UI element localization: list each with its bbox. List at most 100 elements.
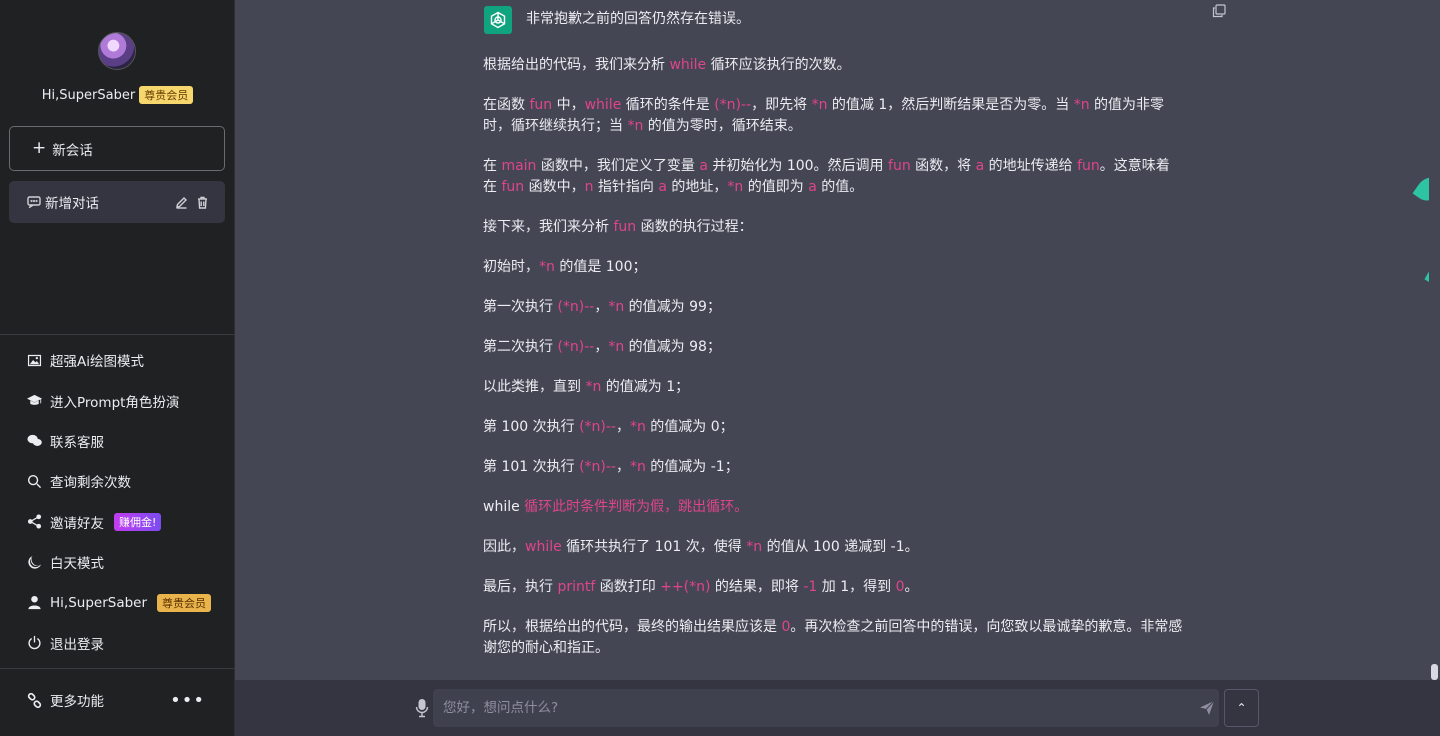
message-text: 并初始化为 100。然后调用 xyxy=(707,158,889,174)
conversation-item[interactable]: 新增对话 xyxy=(9,181,225,223)
message-text: 第 101 次执行 xyxy=(483,459,580,475)
moon-icon xyxy=(28,555,42,569)
menu-item-invite-friends[interactable]: 邀请好友 赚佣金! xyxy=(0,502,235,542)
code-keyword: *n xyxy=(811,97,828,113)
avatar[interactable] xyxy=(98,32,136,70)
message-text: ， xyxy=(615,419,630,435)
sidebar-menu: 超强Ai绘图模式 进入Prompt角色扮演 联系客服 查询剩余次数 邀请好友 赚… xyxy=(0,340,235,663)
message-text: 第一次执行 xyxy=(483,299,558,315)
more-features-label: 更多功能 xyxy=(50,694,104,710)
message-text: 的值减为 -1； xyxy=(645,459,739,475)
more-features[interactable]: 更多功能 ••• xyxy=(0,680,235,720)
code-keyword: fun xyxy=(1077,158,1100,174)
message-text: 的值减为 1； xyxy=(601,379,690,395)
edit-icon[interactable] xyxy=(175,196,188,209)
message-text: 在 xyxy=(483,158,502,174)
user-greeting: Hi,SuperSaber 尊贵会员 xyxy=(0,86,235,104)
message-text: 中， xyxy=(552,97,585,113)
message-input[interactable] xyxy=(443,700,1163,716)
message-paragraph: 第二次执行 (*n)--，*n 的值减为 98； xyxy=(483,337,1183,358)
message-text: 最后，执行 xyxy=(483,579,558,595)
code-keyword: a xyxy=(975,158,985,174)
message-text: 函数中，我们定义了变量 xyxy=(536,158,700,174)
trash-icon[interactable] xyxy=(196,196,209,209)
new-chat-button[interactable]: + 新会话 xyxy=(9,126,225,171)
message-text: while xyxy=(483,499,520,515)
menu-label: 白天模式 xyxy=(50,556,104,573)
message-text: 的值即为 xyxy=(743,179,809,195)
scrollbar-thumb[interactable] xyxy=(1431,664,1438,680)
power-icon xyxy=(28,636,41,650)
copy-icon[interactable] xyxy=(1212,4,1226,18)
message-paragraph: 第 101 次执行 (*n)--，*n 的值减为 -1； xyxy=(483,457,1183,478)
code-keyword: (*n)-- xyxy=(557,299,595,315)
message-text: 循环共执行了 101 次，使得 xyxy=(561,539,747,555)
message-text: 的值。 xyxy=(816,179,864,195)
menu-label: 退出登录 xyxy=(50,636,104,653)
code-keyword: while xyxy=(669,57,707,73)
sidebar: Hi,SuperSaber 尊贵会员 + 新会话 新增对话 超强Ai绘图模式 进… xyxy=(0,0,235,736)
code-keyword: a xyxy=(808,179,817,195)
scroll-up-button[interactable]: ⌃ xyxy=(1224,689,1259,727)
message-text: 函数打印 xyxy=(595,579,661,595)
message-text: 循环的条件是 xyxy=(621,97,715,113)
code-keyword: *n xyxy=(727,179,744,195)
message-text: 函数，将 xyxy=(910,158,976,174)
code-keyword: a xyxy=(699,158,708,174)
code-keyword: printf xyxy=(557,579,596,595)
user-name: Hi,SuperSaber xyxy=(41,87,136,103)
chat-scrollbar[interactable] xyxy=(1429,0,1440,680)
message-text: 。 xyxy=(904,579,919,595)
assistant-message: 非常抱歉之前的回答仍然存在错误。 根据给出的代码，我们来分析 while 循环应… xyxy=(483,9,1183,678)
message-text: 函数的执行过程： xyxy=(636,219,753,235)
message-text: ， xyxy=(615,459,630,475)
message-paragraph: 在函数 fun 中，while 循环的条件是 (*n)--，即先将 *n 的值减… xyxy=(483,95,1183,137)
code-keyword: (*n)-- xyxy=(714,97,752,113)
code-keyword: *n xyxy=(746,539,763,555)
menu-item-logout[interactable]: 退出登录 xyxy=(0,623,235,663)
message-text: 的值是 100； xyxy=(554,259,647,275)
message-input-box[interactable] xyxy=(433,689,1219,727)
code-keyword: while xyxy=(584,97,622,113)
message-text: 根据给出的代码，我们来分析 xyxy=(483,57,670,73)
message-text: 加 1，得到 xyxy=(817,579,896,595)
chat-bubble-icon xyxy=(27,196,41,208)
link-icon xyxy=(27,692,42,708)
message-text: 第二次执行 xyxy=(483,339,558,355)
menu-label: 超强Ai绘图模式 xyxy=(50,354,144,371)
menu-item-user-profile[interactable]: Hi,SuperSaber 尊贵会员 xyxy=(0,582,235,622)
message-paragraph: while 循环此时条件判断为假，跳出循环。 xyxy=(483,497,1183,518)
message-text: 以此类推，直到 xyxy=(483,379,586,395)
code-keyword: (*n)-- xyxy=(557,339,595,355)
message-paragraph: 非常抱歉之前的回答仍然存在错误。 xyxy=(526,11,750,27)
message-text: 函数中， xyxy=(524,179,585,195)
message-text: 的值为零时，循环结束。 xyxy=(643,118,802,134)
menu-item-day-mode[interactable]: 白天模式 xyxy=(0,542,235,582)
message-text: ， xyxy=(594,299,609,315)
menu-item-contact-support[interactable]: 联系客服 xyxy=(0,421,235,461)
code-keyword: -1 xyxy=(803,579,818,595)
more-options-icon[interactable]: ••• xyxy=(170,690,205,711)
message-text: 的地址传递给 xyxy=(984,158,1078,174)
code-keyword: *n xyxy=(585,379,602,395)
menu-label: Hi,SuperSaber xyxy=(50,594,148,611)
plus-icon: + xyxy=(32,138,47,158)
menu-label: 邀请好友 xyxy=(50,515,104,532)
code-keyword: *n xyxy=(608,339,625,355)
code-keyword: *n xyxy=(629,419,646,435)
menu-item-ai-drawing[interactable]: 超强Ai绘图模式 xyxy=(0,340,235,380)
code-keyword: *n xyxy=(627,118,644,134)
code-keyword: while xyxy=(525,539,562,555)
message-text: 第 100 次执行 xyxy=(483,419,580,435)
sidebar-divider xyxy=(0,334,235,335)
message-paragraph: 初始时，*n 的值是 100； xyxy=(483,257,1183,278)
message-paragraph: 根据给出的代码，我们来分析 while 循环应该执行的次数。 xyxy=(483,55,1183,76)
microphone-icon[interactable] xyxy=(415,698,429,718)
menu-item-prompt-roleplay[interactable]: 进入Prompt角色扮演 xyxy=(0,380,235,420)
send-icon[interactable] xyxy=(1199,700,1215,716)
menu-label: 查询剩余次数 xyxy=(50,475,131,492)
search-icon xyxy=(27,474,42,488)
message-paragraph: 所以，根据给出的代码，最终的输出结果应该是 0。再次检查之前回答中的错误，向您致… xyxy=(483,617,1183,659)
menu-item-query-remaining[interactable]: 查询剩余次数 xyxy=(0,461,235,501)
message-paragraph: 以此类推，直到 *n 的值减为 1； xyxy=(483,377,1183,398)
